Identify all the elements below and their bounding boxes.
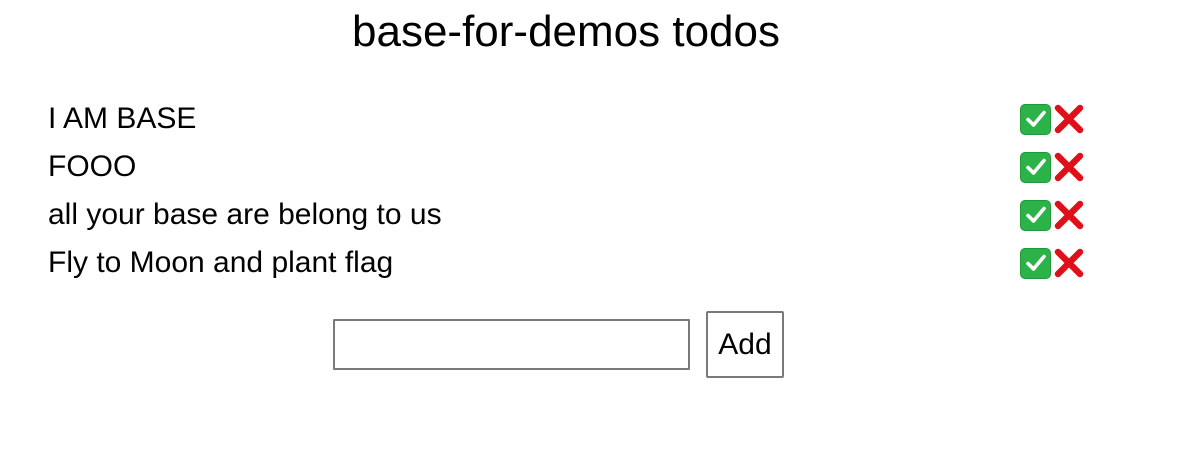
add-todo-form: Add	[333, 311, 784, 378]
todo-actions	[1020, 151, 1086, 184]
todo-item: I AM BASE	[48, 95, 1088, 143]
check-mark-button-icon[interactable]	[1020, 247, 1051, 279]
cross-mark-icon[interactable]	[1052, 199, 1085, 232]
new-todo-input[interactable]	[333, 319, 690, 370]
todo-text: all your base are belong to us	[48, 198, 442, 231]
check-mark-button-icon[interactable]	[1020, 199, 1051, 231]
check-mark-button-icon[interactable]	[1020, 151, 1051, 183]
todo-actions	[1020, 103, 1086, 136]
cross-mark-icon[interactable]	[1052, 151, 1085, 184]
todo-item: all your base are belong to us	[48, 191, 1088, 239]
page-title: base-for-demos todos	[352, 7, 780, 56]
todo-actions	[1020, 199, 1086, 232]
todo-text: I AM BASE	[48, 102, 197, 135]
check-mark-button-icon[interactable]	[1020, 103, 1051, 135]
todo-text: Fly to Moon and plant flag	[48, 246, 394, 279]
todo-actions	[1020, 247, 1086, 280]
cross-mark-icon[interactable]	[1052, 103, 1085, 136]
todo-list: I AM BASE FOOO all your base are belong …	[48, 95, 1088, 287]
todo-item: FOOO	[48, 143, 1088, 191]
todo-item: Fly to Moon and plant flag	[48, 239, 1088, 287]
todo-text: FOOO	[48, 150, 137, 183]
cross-mark-icon[interactable]	[1052, 247, 1085, 280]
add-button[interactable]: Add	[706, 311, 784, 378]
